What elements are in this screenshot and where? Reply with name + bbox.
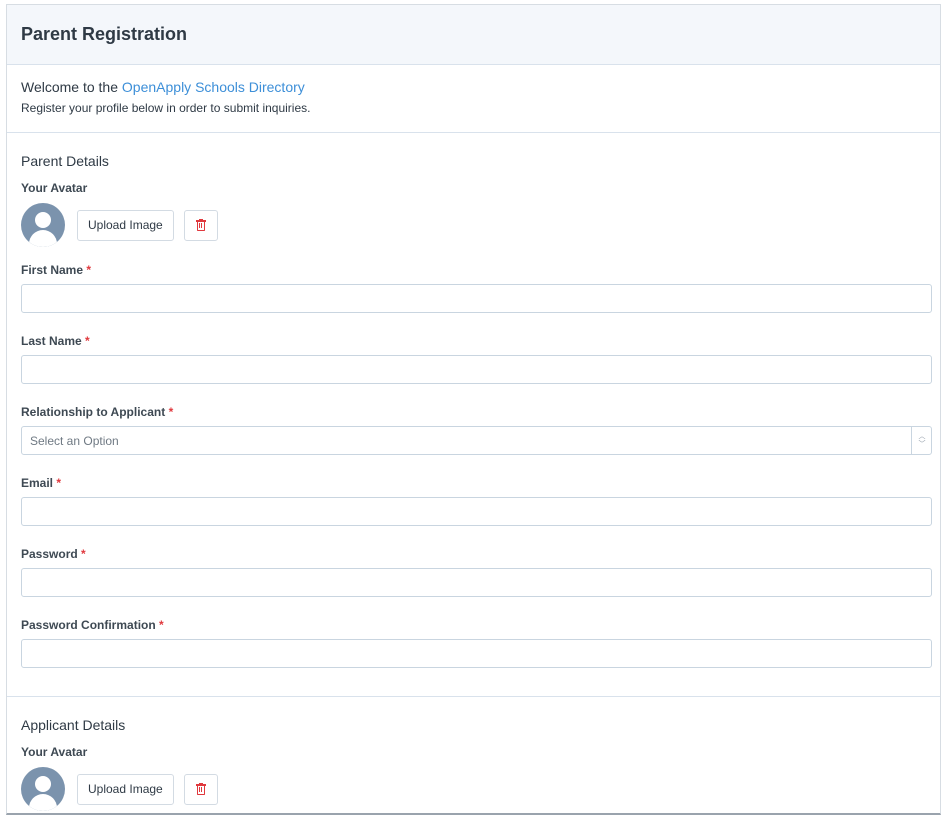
password-confirmation-label: Password Confirmation bbox=[21, 618, 156, 632]
email-label: Email bbox=[21, 476, 54, 490]
welcome-subtitle: Register your profile below in order to … bbox=[21, 101, 311, 115]
required-marker: * bbox=[56, 476, 62, 490]
password-label: Password bbox=[21, 547, 78, 561]
first-name-group: First Name * bbox=[21, 263, 932, 313]
required-marker: * bbox=[168, 405, 174, 419]
relationship-select-value[interactable]: Select an Option bbox=[21, 426, 932, 455]
parent-details-section: Parent Details Your Avatar Upload Image … bbox=[7, 133, 940, 697]
welcome-block: Welcome to the OpenApply Schools Directo… bbox=[7, 65, 940, 133]
applicant-avatar-label: Your Avatar bbox=[21, 745, 88, 759]
user-avatar-icon bbox=[21, 203, 65, 247]
email-group: Email * bbox=[21, 476, 932, 526]
registration-panel: Parent Registration Welcome to the OpenA… bbox=[6, 4, 941, 815]
applicant-details-title: Applicant Details bbox=[21, 717, 126, 733]
user-avatar-icon bbox=[21, 767, 65, 811]
relationship-label: Relationship to Applicant bbox=[21, 405, 166, 419]
last-name-input[interactable] bbox=[21, 355, 932, 384]
required-marker: * bbox=[81, 547, 86, 561]
first-name-input[interactable] bbox=[21, 284, 932, 313]
trash-icon bbox=[195, 219, 206, 231]
required-marker: * bbox=[86, 263, 92, 277]
panel-header: Parent Registration bbox=[7, 5, 940, 65]
required-marker: * bbox=[159, 618, 164, 632]
relationship-group: Relationship to Applicant * Select an Op… bbox=[21, 405, 932, 455]
applicant-avatar-row: Upload Image bbox=[21, 767, 930, 811]
page-title: Parent Registration bbox=[21, 24, 188, 44]
applicant-delete-avatar-button[interactable] bbox=[183, 773, 218, 805]
parent-details-title: Parent Details bbox=[21, 153, 109, 169]
parent-delete-avatar-button[interactable] bbox=[183, 209, 218, 241]
email-input[interactable] bbox=[21, 497, 932, 526]
password-group: Password * bbox=[21, 547, 932, 597]
password-confirmation-input[interactable] bbox=[21, 639, 932, 668]
last-name-group: Last Name * bbox=[21, 334, 932, 384]
relationship-select[interactable]: Select an Option ︿ ﹀ bbox=[21, 426, 932, 455]
applicant-upload-image-button[interactable]: Upload Image bbox=[77, 773, 174, 805]
welcome-prefix: Welcome to the bbox=[21, 79, 119, 95]
chevron-updown-icon[interactable]: ︿ ﹀ bbox=[911, 426, 932, 455]
parent-avatar-row: Upload Image bbox=[21, 203, 930, 247]
first-name-label: First Name bbox=[21, 263, 84, 277]
last-name-label: Last Name bbox=[21, 334, 82, 348]
password-confirmation-group: Password Confirmation * bbox=[21, 618, 932, 668]
trash-icon bbox=[195, 783, 206, 795]
password-input[interactable] bbox=[21, 568, 932, 597]
parent-avatar-label: Your Avatar bbox=[21, 181, 88, 195]
required-marker: * bbox=[85, 334, 90, 348]
parent-upload-image-button[interactable]: Upload Image bbox=[77, 209, 174, 241]
directory-link[interactable]: OpenApply Schools Directory bbox=[122, 79, 305, 95]
applicant-details-section: Applicant Details Your Avatar Upload Ima… bbox=[7, 697, 940, 811]
